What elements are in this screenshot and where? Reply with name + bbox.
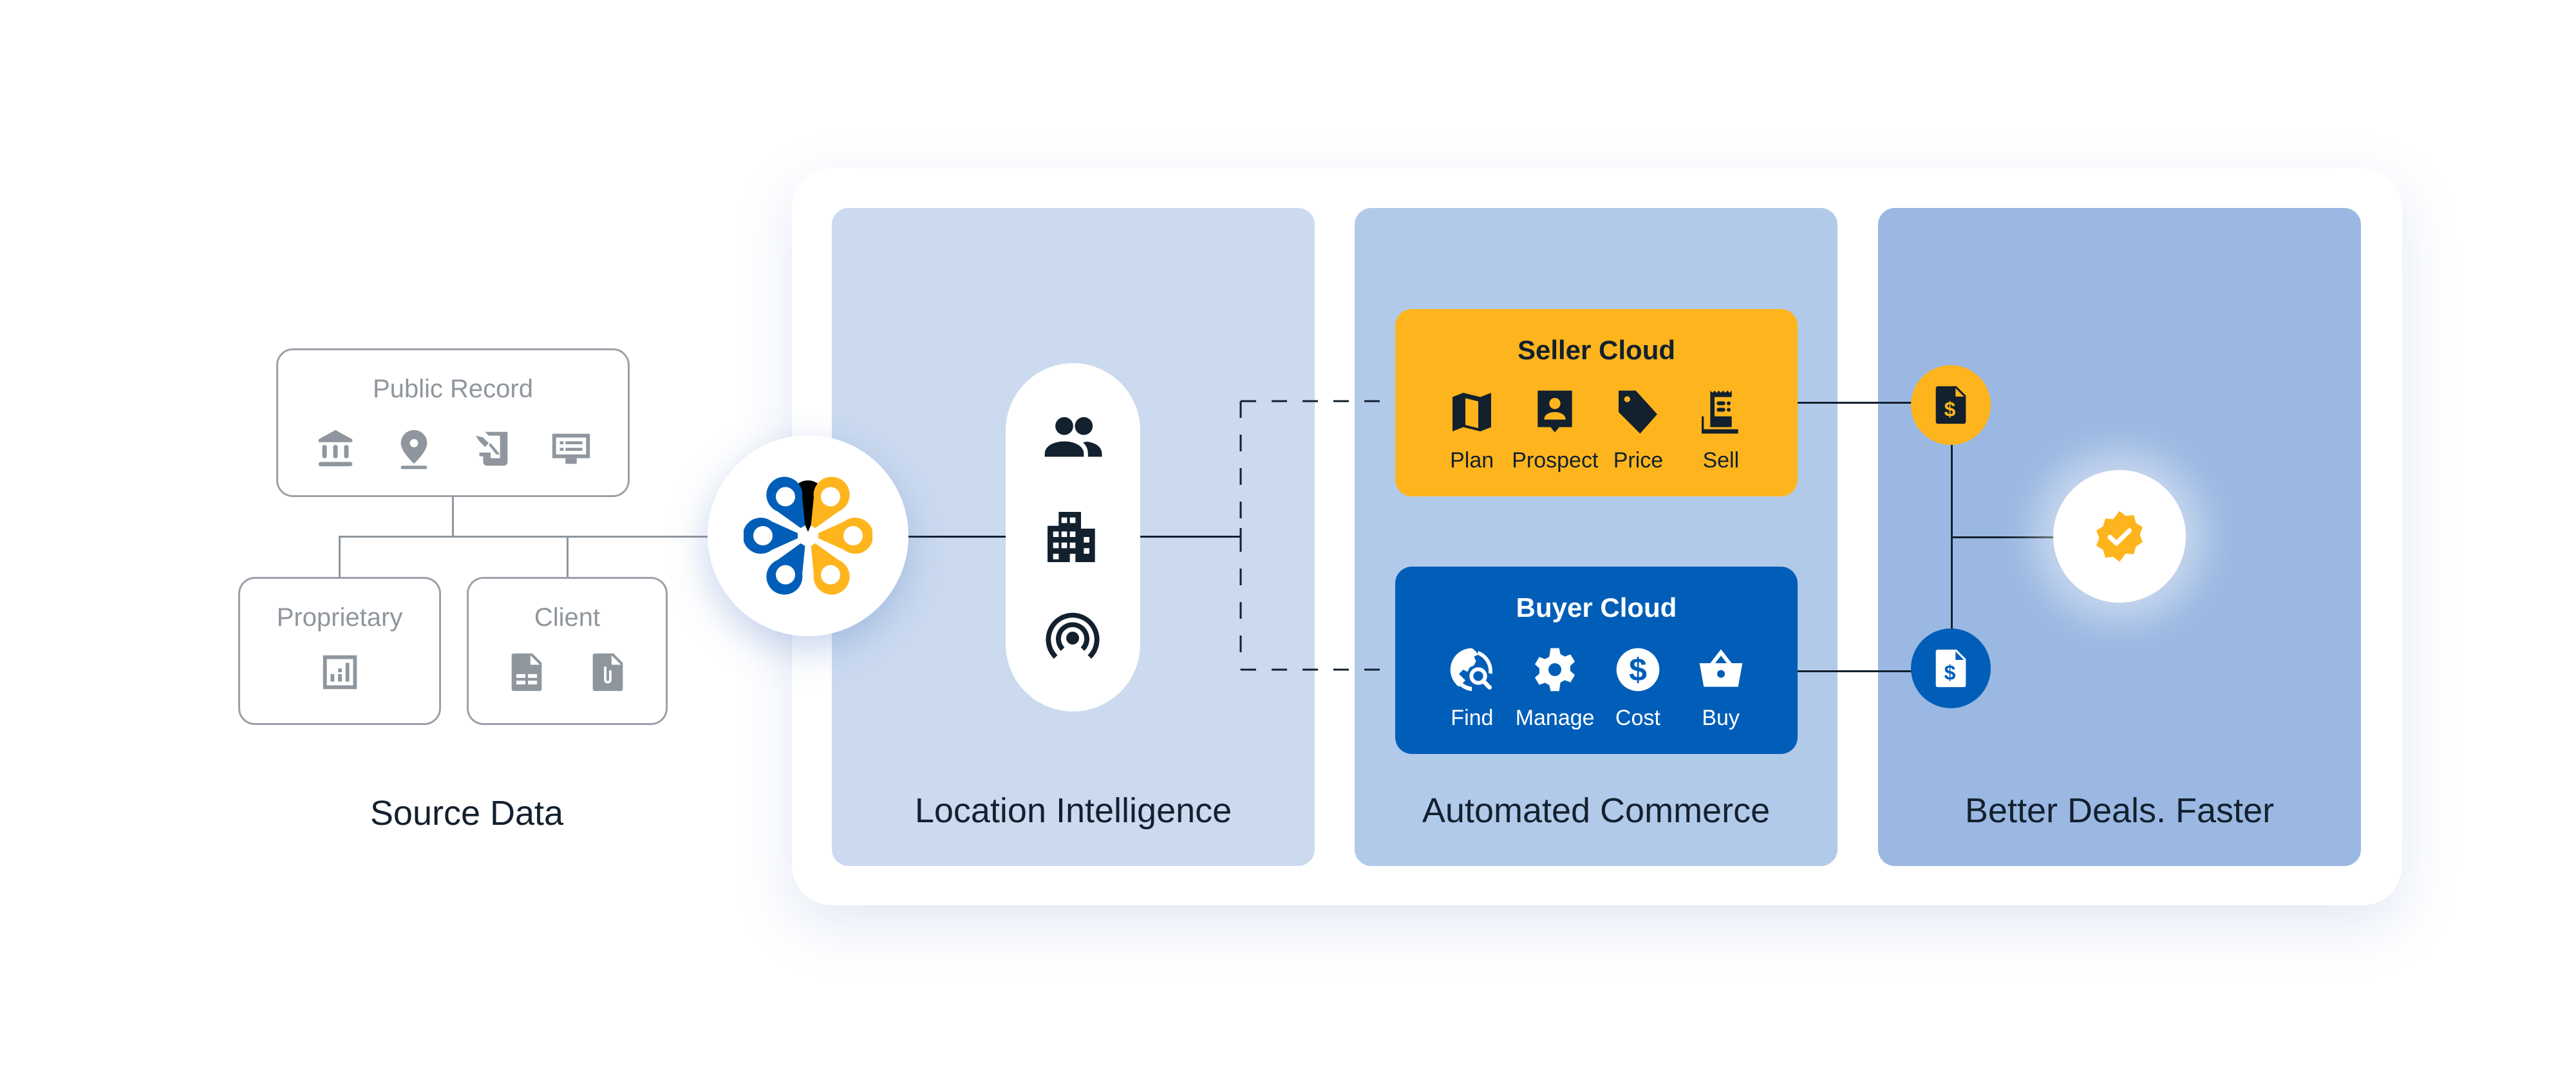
connector-source-horizontal — [339, 536, 709, 538]
map-icon — [1453, 393, 1492, 431]
source-title-proprietary: Proprietary — [276, 603, 403, 632]
source-title-client: Client — [534, 603, 601, 632]
monitor-list-icon — [552, 433, 590, 464]
buyer-cloud-card: Buyer Cloud Find Manage $ Cost Buy — [1395, 567, 1798, 754]
connector-proprietary-up — [339, 536, 341, 577]
buyer-invoice-node: $ — [1911, 628, 1991, 708]
people-icon — [1044, 417, 1102, 457]
connector-pill-to-branch — [1140, 536, 1241, 538]
dollar-circle-icon: $ — [1616, 648, 1660, 692]
gear-icon — [1535, 648, 1575, 692]
svg-text:$: $ — [1629, 652, 1647, 688]
connector-client-up — [567, 536, 569, 577]
contact-pin-icon — [1537, 390, 1572, 433]
verified-badge-icon — [2096, 511, 2143, 562]
svg-text:$: $ — [1944, 398, 1956, 421]
shopping-basket-icon — [1699, 649, 1742, 687]
seller-cloud-title: Seller Cloud — [1517, 335, 1676, 365]
buyer-item-buy: Buy — [1679, 644, 1762, 731]
receipt-icon — [1701, 390, 1738, 434]
analytics-report-icon — [323, 655, 357, 690]
attachment-file-icon — [592, 653, 623, 692]
dashed-branch-connector — [1239, 400, 1395, 671]
result-circle — [2053, 470, 2186, 603]
buildings-icon — [1048, 512, 1095, 562]
globe-search-icon — [1451, 648, 1493, 692]
connector-to-result — [1951, 536, 2054, 538]
seller-item-prospect: Prospect — [1512, 386, 1598, 473]
deed-icon — [475, 431, 507, 466]
flower-pins-logo-icon — [744, 476, 872, 595]
buyer-item-find: Find — [1431, 644, 1514, 731]
source-title-public-record: Public Record — [372, 375, 533, 403]
source-box-client: Client — [467, 577, 668, 725]
connector-seller-to-invoice — [1798, 402, 1913, 404]
source-box-proprietary: Proprietary — [238, 577, 441, 725]
connector-buyer-to-invoice — [1798, 670, 1913, 672]
spreadsheet-file-icon — [511, 653, 542, 692]
buyer-item-manage: Manage — [1514, 644, 1597, 731]
seller-cloud-card: Seller Cloud Plan Prospect Price Sell — [1395, 309, 1798, 496]
seller-item-price: Price — [1597, 386, 1679, 473]
logo-circle — [708, 435, 908, 636]
panel-label-location-intelligence: Location Intelligence — [914, 791, 1232, 830]
connector-public-down — [452, 496, 454, 538]
bank-icon — [318, 429, 352, 467]
connector-logo-to-pill — [901, 536, 1008, 538]
location-intelligence-pill — [1006, 363, 1140, 711]
source-box-public-record: Public Record — [276, 348, 630, 497]
seller-item-plan: Plan — [1431, 386, 1513, 473]
source-data-label: Source Data — [370, 794, 564, 833]
invoice-dollar-icon: $ — [1935, 386, 1966, 424]
panel-automated-commerce: Automated Commerce — [1355, 208, 1838, 866]
location-pin-icon — [400, 429, 427, 469]
seller-item-sell: Sell — [1680, 386, 1762, 473]
seller-invoice-node: $ — [1911, 365, 1991, 445]
signal-tower-icon — [1046, 612, 1100, 659]
panel-label-automated-commerce: Automated Commerce — [1422, 791, 1771, 830]
panel-label-better-deals: Better Deals. Faster — [1964, 791, 2275, 830]
price-tag-icon — [1619, 390, 1658, 434]
invoice-dollar-icon: $ — [1935, 649, 1966, 688]
svg-text:$: $ — [1944, 661, 1956, 684]
buyer-item-cost: $ Cost — [1597, 644, 1680, 731]
buyer-cloud-title: Buyer Cloud — [1516, 592, 1677, 623]
